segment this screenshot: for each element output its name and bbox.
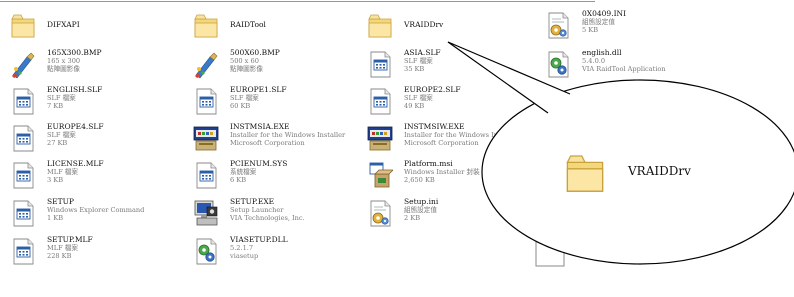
file-name: ASIA.SLF — [404, 48, 441, 57]
file-detail: 60 KB — [230, 102, 251, 110]
dll-gear-icon — [545, 49, 571, 79]
installer-exe-icon — [193, 123, 219, 153]
file-name: 500X60.BMP — [230, 48, 280, 57]
generic-file-icon — [193, 86, 219, 116]
window-top-border — [0, 1, 595, 2]
file-detail: 系統檔案 — [230, 168, 257, 176]
file-detail: 6 KB — [230, 176, 247, 184]
file-detail: 165 x 300 — [47, 57, 81, 65]
generic-file-icon — [367, 86, 393, 116]
setup-computer-icon — [193, 198, 219, 228]
installer-exe-icon — [367, 123, 393, 153]
file-detail: 7 KB — [47, 102, 64, 110]
file-name: SETUP.EXE — [230, 197, 275, 206]
file-detail: viasetup — [230, 252, 259, 260]
callout-pointer-lower — [447, 41, 549, 114]
generic-file-icon — [10, 160, 36, 190]
file-detail: Installer for the Windows Installer — [404, 131, 520, 139]
file-detail: 49 KB — [404, 102, 425, 110]
file-detail: SLF 檔案 — [47, 94, 76, 102]
file-detail: 5.2.1.7 — [230, 244, 254, 252]
file-name: DIFXAPI — [47, 20, 80, 29]
file-detail: 組態設定值 — [582, 18, 615, 26]
folder-icon — [10, 10, 36, 40]
file-name: english.dll — [582, 48, 622, 57]
file-detail: 3 KB — [47, 176, 64, 184]
file-name: EUROPE4.SLF — [47, 122, 104, 131]
file-name: EUROPE1.SLF — [230, 85, 287, 94]
file-name: VIASETUP.DLL — [230, 235, 288, 244]
file-detail: 5 KB — [582, 26, 599, 34]
ini-settings-icon — [367, 198, 393, 228]
ini-settings-icon — [545, 10, 571, 40]
file-detail: SLF 檔案 — [47, 131, 76, 139]
generic-file-icon — [10, 236, 36, 266]
file-name: Platform.msi — [404, 159, 453, 168]
file-detail: VIA RaidTool Application — [582, 65, 666, 73]
folder-icon — [367, 10, 393, 40]
file-detail: SLF 檔案 — [404, 94, 433, 102]
file-detail: 組態設定值 — [404, 206, 437, 214]
generic-file-icon — [367, 49, 393, 79]
file-detail: 點陣圖影像 — [230, 65, 263, 73]
file-name: EUROPE2.SLF — [404, 85, 461, 94]
file-name: 165X300.BMP — [47, 48, 102, 57]
file-detail: VIA Technologies, Inc. — [230, 214, 305, 222]
callout-bubble — [447, 41, 794, 267]
generic-file-icon — [10, 86, 36, 116]
file-name: RAIDTool — [230, 20, 266, 29]
file-detail: Installer for the Windows Installer — [230, 131, 346, 139]
folder-icon — [563, 148, 607, 192]
file-detail: 500 x 60 — [230, 57, 259, 65]
generic-file-icon — [193, 160, 219, 190]
file-detail: MLF 檔案 — [47, 168, 78, 176]
file-detail: 點陣圖影像 — [47, 65, 80, 73]
underlying-window-edge — [535, 93, 565, 267]
generic-file-icon — [10, 198, 36, 228]
file-name: INSTMSIW.EXE — [404, 122, 465, 131]
file-name: PCIENUM.SYS — [230, 159, 288, 168]
file-detail: 35 KB — [404, 65, 425, 73]
file-detail: 27 KB — [47, 139, 68, 147]
file-detail: 228 KB — [47, 252, 72, 260]
file-name: Setup.ini — [404, 197, 439, 206]
file-detail: MLF 檔案 — [47, 244, 78, 252]
file-name: SETUP — [47, 197, 74, 206]
file-detail: Windows Explorer Command — [47, 206, 145, 214]
file-detail: SLF 檔案 — [404, 57, 433, 65]
file-detail: Setup Launcher — [230, 206, 284, 214]
generic-file-icon — [10, 123, 36, 153]
callout-label: VRAIDDrv — [628, 164, 691, 178]
file-name: 0X0409.INI — [582, 9, 627, 18]
dll-gear-icon — [193, 236, 219, 266]
file-detail: 1 KB — [47, 214, 64, 222]
file-name: SETUP.MLF — [47, 235, 93, 244]
file-detail: Microsoft Corporation — [404, 139, 479, 147]
file-name: INSTMSIA.EXE — [230, 122, 290, 131]
file-name: ENGLISH.SLF — [47, 85, 103, 94]
file-detail: Windows Installer 封裝 — [404, 168, 480, 176]
file-name: VRAIDDrv — [404, 20, 444, 29]
bitmap-paint-icon — [193, 49, 219, 79]
msi-package-icon — [367, 160, 393, 190]
file-detail: 5.4.0.0 — [582, 57, 606, 65]
file-detail: SLF 檔案 — [230, 94, 259, 102]
folder-icon — [193, 10, 219, 40]
file-name: LICENSE.MLF — [47, 159, 104, 168]
file-detail: Microsoft Corporation — [230, 139, 305, 147]
file-detail: 2,650 KB — [404, 176, 435, 184]
bitmap-paint-icon — [10, 49, 36, 79]
file-detail: 2 KB — [404, 214, 421, 222]
